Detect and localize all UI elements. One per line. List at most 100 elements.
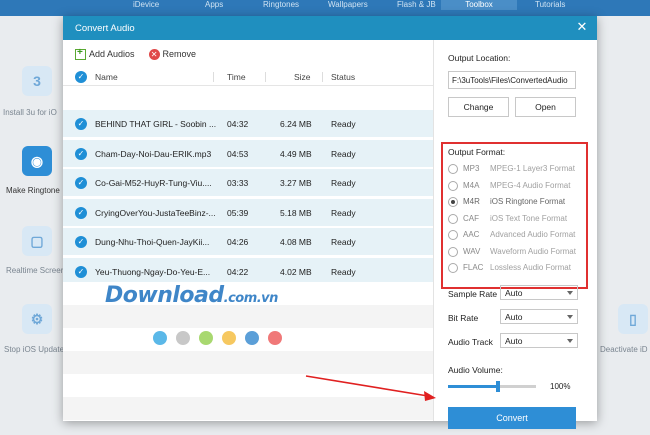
table-row[interactable]: ✓ CryingOverYou-JustaTeeBinz-... 05:39 5.18…	[63, 198, 433, 227]
chevron-down-icon	[567, 291, 573, 295]
format-description: iOS Ringtone Format	[490, 197, 566, 206]
file-size: 4.49 MB	[280, 148, 312, 159]
volume-slider-handle[interactable]	[496, 381, 501, 392]
column-header-name[interactable]: Name	[95, 72, 118, 82]
format-description: Waveform Audio Format	[490, 246, 576, 256]
table-row[interactable]: ✓ BEHIND THAT GIRL - Soobin ... 04:32 6.24 …	[63, 110, 433, 138]
convert-button[interactable]: Convert	[448, 407, 576, 429]
gear-icon[interactable]: ⚙	[22, 304, 52, 334]
watermark-dot	[153, 331, 167, 345]
tool-screen-label: Realtime Screen	[6, 266, 66, 275]
file-status: Ready	[331, 266, 356, 277]
file-size: 3.27 MB	[280, 178, 312, 188]
column-divider	[213, 72, 214, 82]
row-checkbox[interactable]: ✓	[75, 177, 87, 189]
radio-button[interactable]	[448, 180, 458, 191]
tool-ringtone-label: Make Ringtone	[6, 186, 60, 195]
close-icon[interactable]: ✕	[575, 20, 589, 34]
watermark: Download.com.vn	[105, 283, 278, 308]
table-header: ✓ Name Time Size Status	[63, 68, 433, 86]
add-audios-label: Add Audios	[89, 49, 135, 59]
radio-button[interactable]	[448, 164, 458, 174]
format-description: Lossless Audio Format	[490, 263, 571, 272]
install-3u-icon[interactable]: 3	[22, 66, 52, 96]
nav-tab-toolbox[interactable]: Toolbox	[441, 0, 517, 10]
file-name: Co-Gai-M52-HuyR-Tung-Viu....	[95, 178, 212, 188]
output-format-label: Output Format:	[448, 147, 506, 157]
file-list-panel: Add Audios ✕ Remove ✓ Name Time Size Sta…	[63, 40, 433, 421]
tablet-icon[interactable]: ▯	[618, 304, 648, 334]
file-time: 04:22	[227, 266, 249, 277]
file-time: 03:33	[227, 178, 249, 188]
sample-rate-label: Sample Rate	[448, 289, 498, 299]
nav-tab-flash[interactable]: Flash & JB	[397, 0, 436, 10]
column-header-status[interactable]: Status	[331, 72, 355, 82]
add-audios-button[interactable]: Add Audios	[75, 47, 135, 60]
file-size: 5.18 MB	[280, 207, 312, 218]
remove-icon: ✕	[148, 48, 160, 60]
open-button[interactable]: Open	[515, 97, 576, 117]
table-row[interactable]: ✓ Dung-Nhu-Thoi-Quen-JayKii... 04:26 4.08 M…	[63, 228, 433, 256]
add-file-icon	[75, 47, 86, 60]
file-time: 04:32	[227, 119, 249, 129]
row-checkbox[interactable]: ✓	[75, 265, 87, 278]
nav-tab-tutorials[interactable]: Tutorials	[535, 0, 565, 10]
bit-rate-label: Bit Rate	[448, 313, 479, 323]
column-divider	[322, 72, 323, 82]
watermark-dot	[245, 331, 259, 345]
audio-volume-label: Audio Volume:	[448, 365, 503, 375]
dialog-title-bar: Convert Audio ✕	[63, 16, 597, 40]
tool-deactivate-label: Deactivate iD	[600, 345, 648, 354]
column-header-size[interactable]: Size	[294, 72, 311, 82]
watermark-suffix: .com.vn	[223, 291, 279, 306]
remove-button[interactable]: ✕ Remove	[148, 48, 196, 60]
radio-button[interactable]	[448, 213, 458, 224]
file-status: Ready	[331, 119, 356, 129]
chevron-down-icon	[567, 315, 573, 319]
select-all-checkbox[interactable]: ✓	[75, 71, 87, 83]
radio-button[interactable]	[448, 263, 458, 273]
nav-tab-idevice[interactable]: iDevice	[133, 0, 159, 10]
empty-row	[63, 374, 433, 397]
bell-icon[interactable]: ◉	[22, 146, 52, 176]
row-checkbox[interactable]: ✓	[75, 147, 87, 160]
nav-tab-apps[interactable]: Apps	[205, 0, 223, 10]
radio-button[interactable]	[448, 246, 458, 257]
format-code: M4R	[463, 197, 480, 206]
chevron-down-icon	[567, 339, 573, 343]
nav-tab-wallpapers[interactable]: Wallpapers	[328, 0, 368, 10]
audio-track-select[interactable]: Auto	[500, 333, 578, 348]
table-row[interactable]: ✓ Co-Gai-M52-HuyR-Tung-Viu.... 03:33 3.27 M…	[63, 169, 433, 197]
nav-tab-ringtones[interactable]: Ringtones	[263, 0, 299, 10]
table-row[interactable]: ✓ Cham-Day-Noi-Dau-ERIK.mp3 04:53 4.49 MB Re…	[63, 139, 433, 168]
volume-value: 100%	[550, 382, 571, 391]
change-button[interactable]: Change	[448, 97, 509, 117]
sample-rate-select[interactable]: Auto	[500, 285, 578, 300]
file-size: 4.02 MB	[280, 266, 312, 277]
format-description: Advanced Audio Format	[490, 230, 576, 239]
row-checkbox[interactable]: ✓	[75, 118, 87, 130]
top-navigation: iDevice Apps Ringtones Wallpapers Flash …	[0, 0, 650, 16]
output-path-field[interactable]: F:\3uTools\Files\ConvertedAudio	[448, 71, 576, 89]
column-header-time[interactable]: Time	[227, 72, 246, 82]
row-checkbox[interactable]: ✓	[75, 236, 87, 248]
format-code: M4A	[463, 180, 480, 190]
empty-row	[63, 351, 433, 374]
bit-rate-select[interactable]: Auto	[500, 309, 578, 324]
file-name: Cham-Day-Noi-Dau-ERIK.mp3	[95, 148, 212, 159]
format-code: WAV	[463, 246, 481, 256]
empty-row	[63, 397, 433, 420]
volume-slider[interactable]	[448, 381, 536, 392]
file-status: Ready	[331, 148, 356, 159]
file-name: CryingOverYou-JustaTeeBinz-...	[95, 207, 216, 218]
radio-button[interactable]	[448, 230, 458, 240]
row-checkbox[interactable]: ✓	[75, 206, 87, 219]
dialog-title: Convert Audio	[75, 22, 135, 34]
screen-icon[interactable]: ▢	[22, 226, 52, 256]
tool-stop-update-label: Stop iOS Update	[4, 345, 65, 354]
radio-button[interactable]	[448, 197, 458, 207]
watermark-dot	[268, 331, 282, 345]
convert-audio-dialog: Convert Audio ✕ Add Audios ✕ Remove ✓ Na…	[63, 16, 597, 429]
sample-rate-value: Auto	[505, 288, 523, 298]
watermark-dot	[176, 331, 190, 345]
